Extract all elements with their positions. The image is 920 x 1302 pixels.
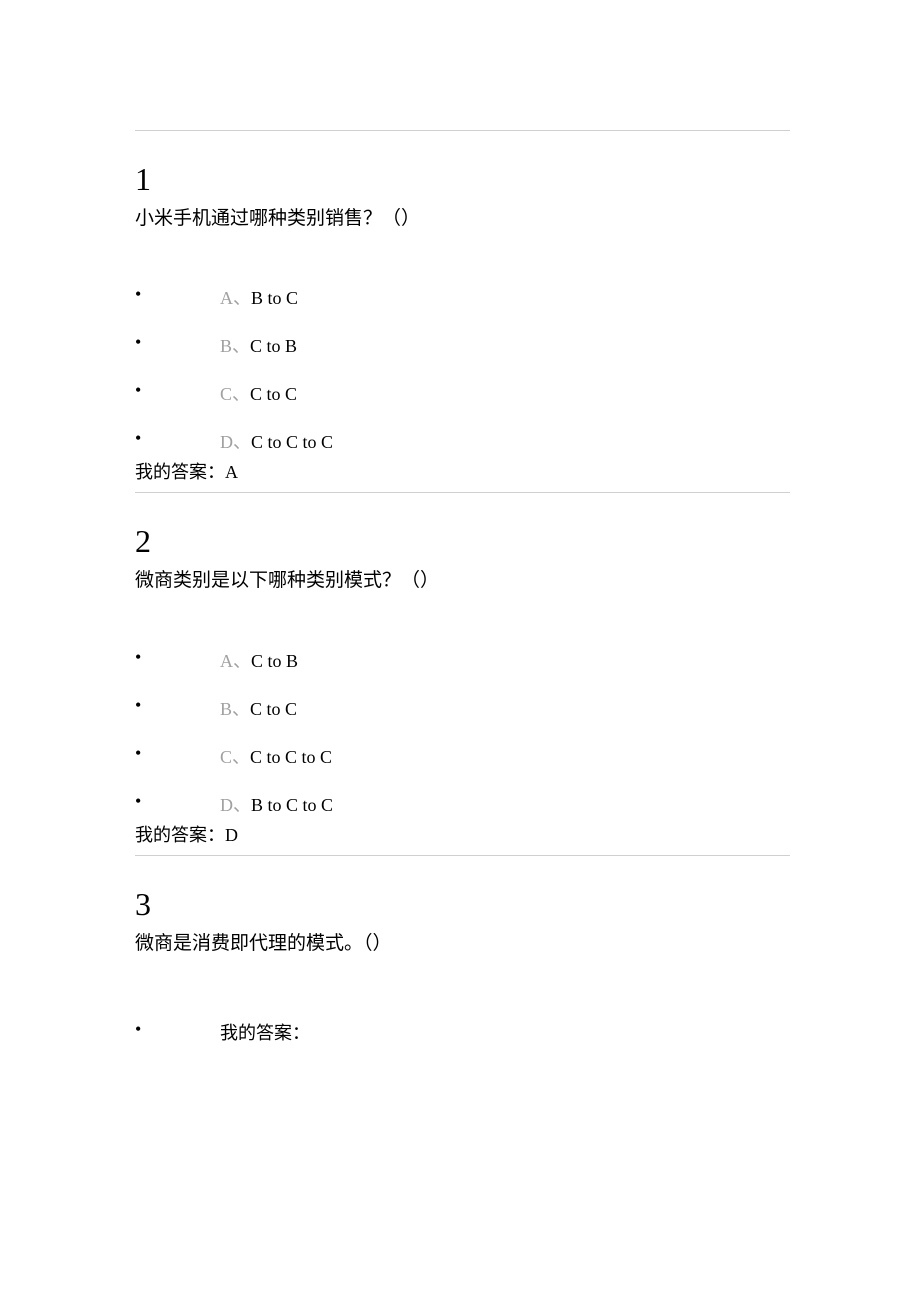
option-letter: B	[220, 699, 232, 719]
question-block-1: 1 小米手机通过哪种类别销售？（） A、B to C B、C to B C、C …	[135, 161, 790, 493]
option-text: B to C to C	[251, 795, 333, 815]
question-number: 1	[135, 161, 790, 198]
my-answer-value: D	[225, 825, 239, 845]
option-text: C to C	[250, 699, 297, 719]
option-text: C to C to C	[251, 432, 333, 452]
option-letter: C	[220, 747, 232, 767]
option-list: A、B to C B、C to B C、C to C D、C to C to C	[135, 284, 790, 454]
option-letter: D	[220, 795, 233, 815]
option-item: B、C to B	[135, 332, 790, 358]
my-answer-row: 我的答案：	[135, 1019, 790, 1045]
top-horizontal-rule	[135, 130, 790, 131]
option-text: B to C	[251, 288, 298, 308]
my-answer-line: 我的答案：A	[135, 458, 790, 484]
option-separator: 、	[233, 651, 251, 671]
option-item: C、C to C to C	[135, 743, 790, 769]
option-item: A、B to C	[135, 284, 790, 310]
option-text: C to C to C	[250, 747, 332, 767]
option-letter: B	[220, 336, 232, 356]
question-stem: 微商类别是以下哪种类别模式？（）	[135, 566, 790, 596]
option-letter: A	[220, 651, 233, 671]
option-letter: A	[220, 288, 233, 308]
option-letter: D	[220, 432, 233, 452]
option-separator: 、	[232, 336, 250, 356]
question-stem: 小米手机通过哪种类别销售？（）	[135, 204, 790, 234]
question-stem: 微商是消费即代理的模式。（）	[135, 929, 790, 959]
option-item: A、C to B	[135, 647, 790, 673]
option-separator: 、	[232, 699, 250, 719]
question-block-3: 3 微商是消费即代理的模式。（） 我的答案：	[135, 886, 790, 1053]
option-text: C to B	[251, 651, 298, 671]
question-number: 2	[135, 523, 790, 560]
option-separator: 、	[233, 795, 251, 815]
option-letter: C	[220, 384, 232, 404]
option-item: D、C to C to C	[135, 428, 790, 454]
option-text: C to B	[250, 336, 297, 356]
my-answer-label: 我的答案：	[135, 825, 225, 845]
my-answer-value: A	[225, 462, 239, 482]
option-text: C to C	[250, 384, 297, 404]
option-separator: 、	[233, 288, 251, 308]
option-separator: 、	[232, 384, 250, 404]
option-item: D、B to C to C	[135, 791, 790, 817]
question-block-2: 2 微商类别是以下哪种类别模式？（） A、C to B B、C to C C、C…	[135, 523, 790, 855]
my-answer-label: 我的答案：	[220, 1023, 310, 1043]
option-separator: 、	[232, 747, 250, 767]
option-item: B、C to C	[135, 695, 790, 721]
option-item: C、C to C	[135, 380, 790, 406]
option-list: A、C to B B、C to C C、C to C to C D、B to C…	[135, 647, 790, 817]
question-number: 3	[135, 886, 790, 923]
my-answer-label: 我的答案：	[135, 462, 225, 482]
option-separator: 、	[233, 432, 251, 452]
my-answer-line: 我的答案：D	[135, 821, 790, 847]
